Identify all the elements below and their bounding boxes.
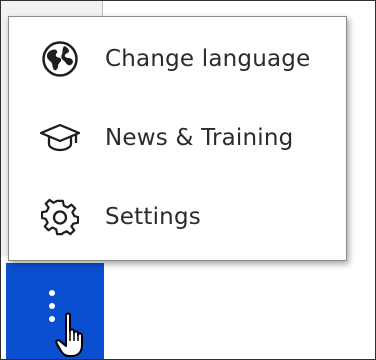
graduation-cap-icon [38, 116, 82, 160]
hand-pointer-icon [55, 312, 83, 357]
globe-icon [38, 37, 82, 81]
menu-item-settings[interactable]: Settings [9, 178, 346, 256]
menu-item-news-training[interactable]: News & Training [9, 99, 346, 177]
menu-item-label: Settings [105, 204, 201, 230]
overflow-menu: Change language News & Training Settings [8, 16, 347, 261]
gear-icon [38, 195, 82, 239]
menu-item-label: Change language [105, 46, 311, 72]
menu-item-change-language[interactable]: Change language [9, 20, 346, 98]
menu-item-label: News & Training [105, 125, 294, 151]
